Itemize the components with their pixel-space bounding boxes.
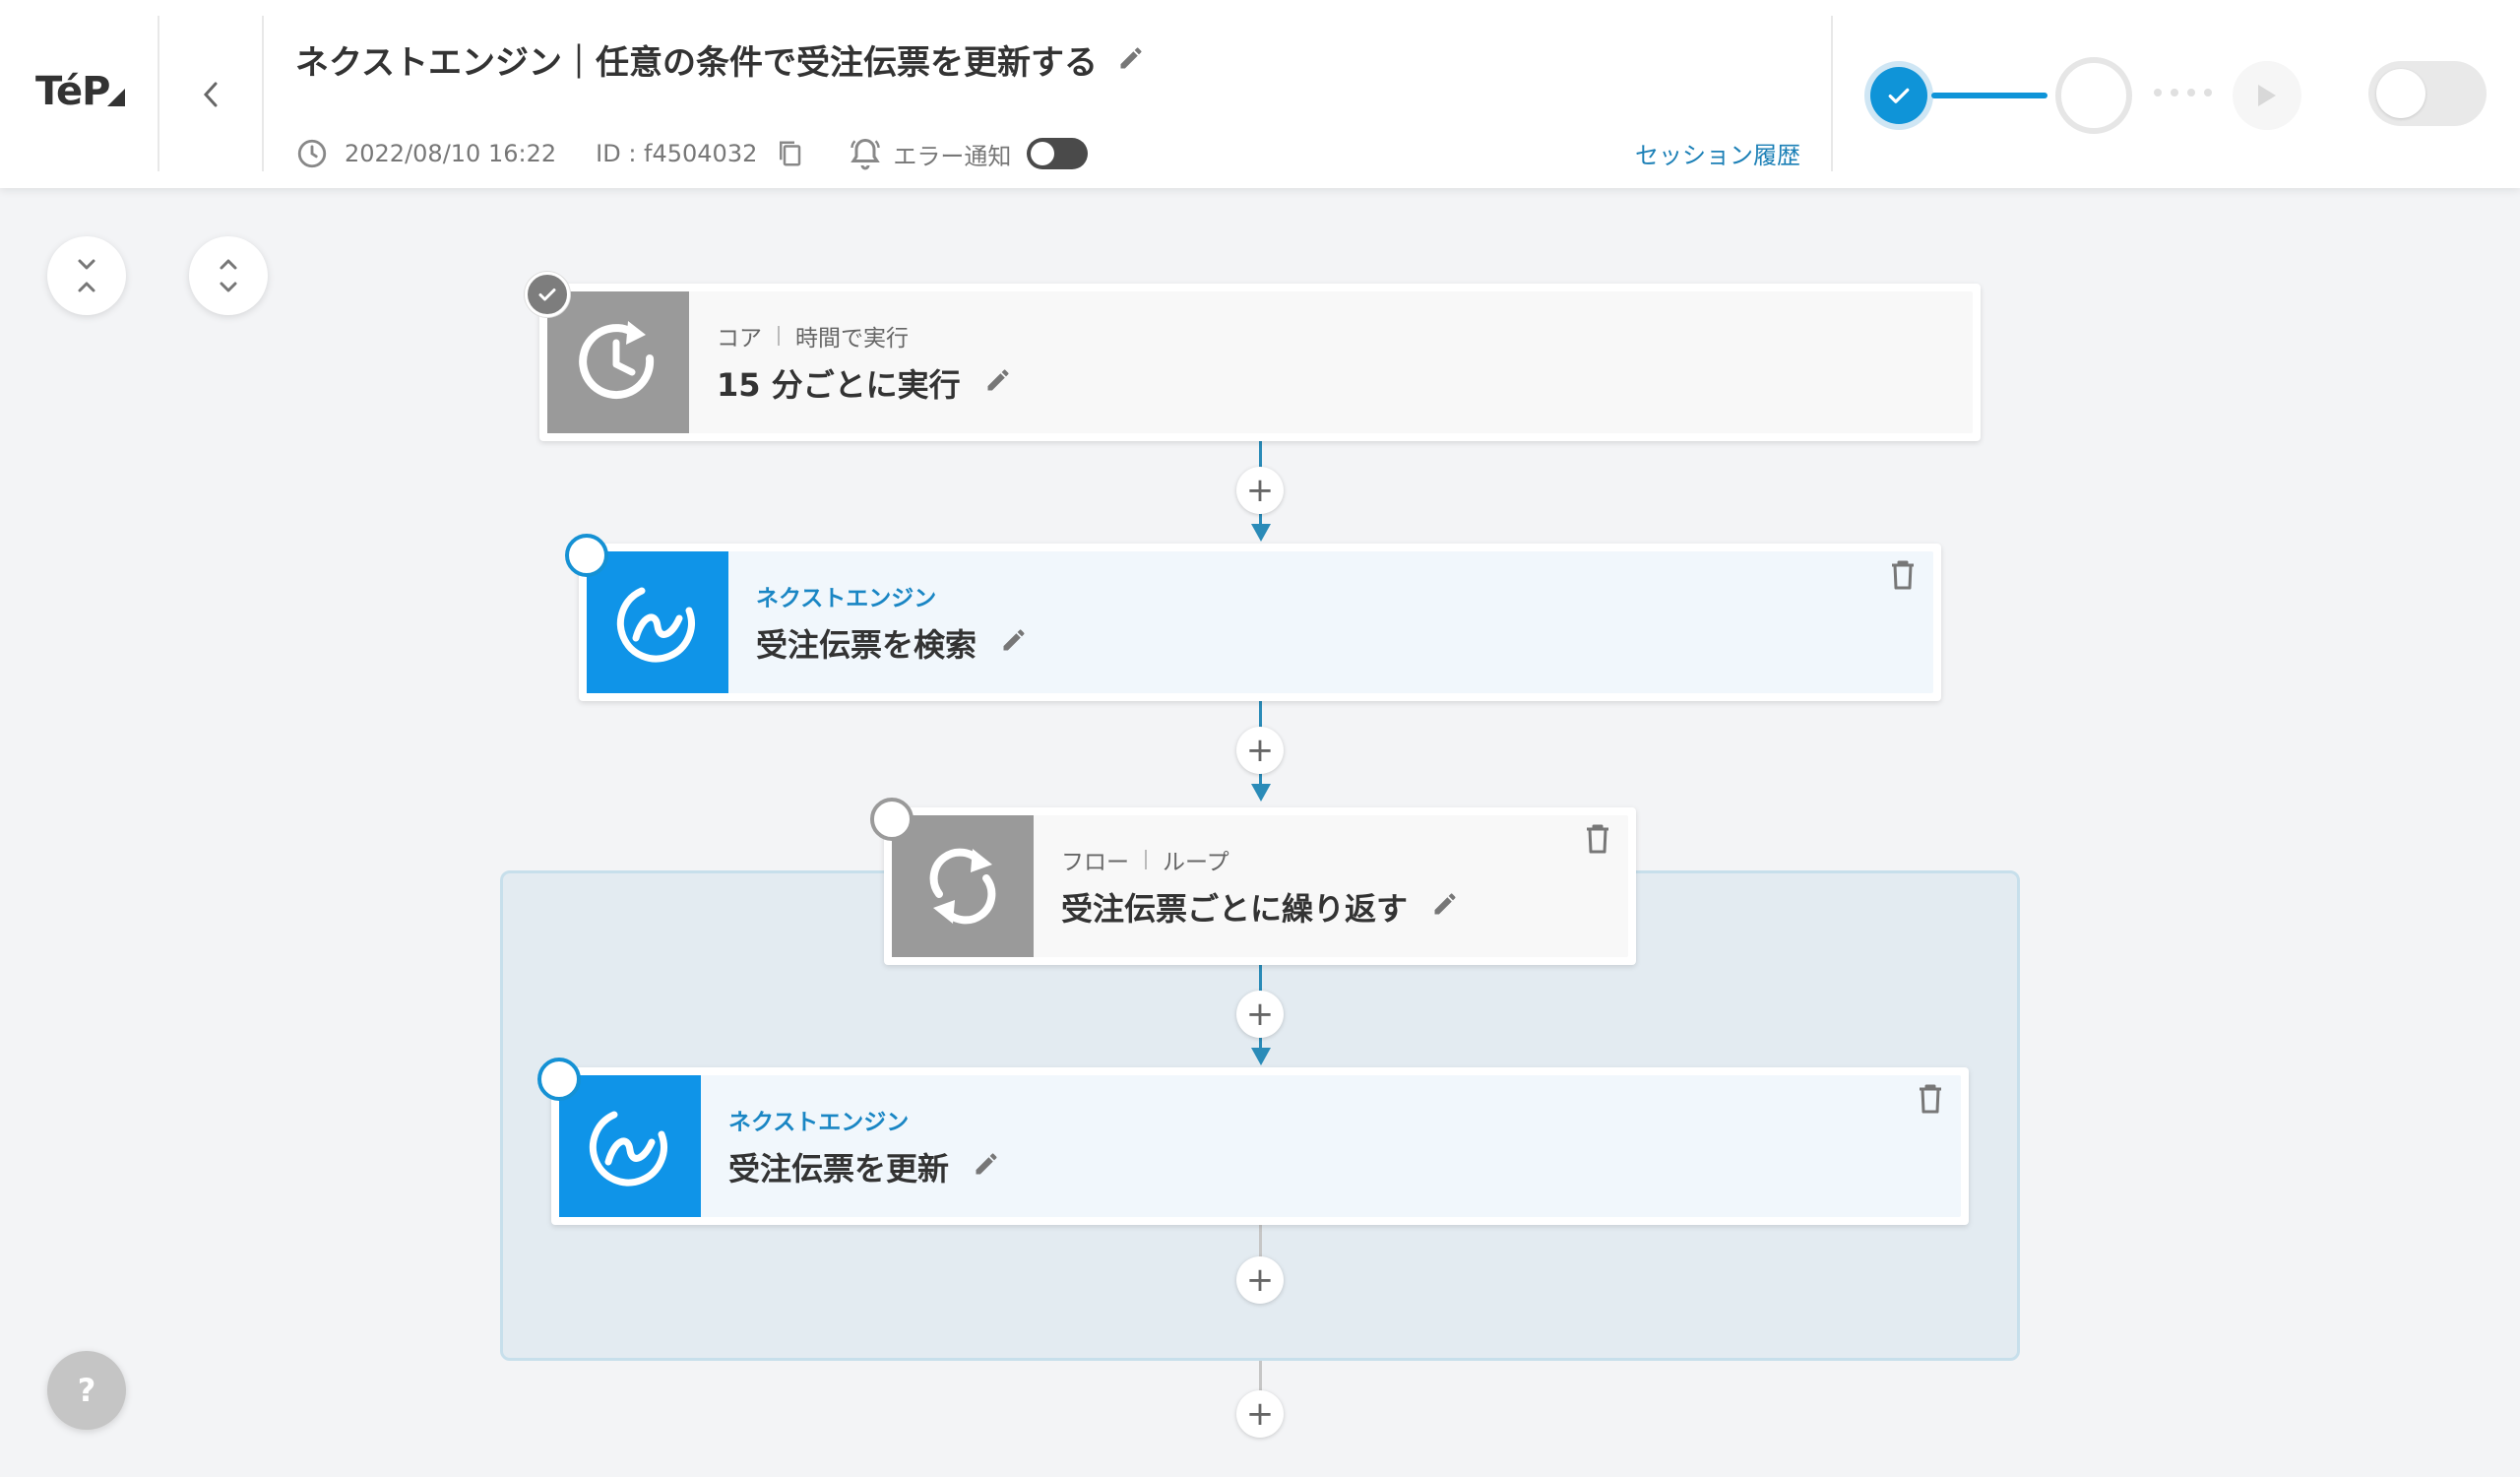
check-icon <box>538 289 556 301</box>
step-status-pending <box>565 534 608 577</box>
step-status-pending <box>537 1058 581 1101</box>
connector-arrow <box>1251 784 1271 802</box>
session-history-link[interactable]: セッション履歴 <box>1635 136 1800 170</box>
divider <box>1831 16 1833 171</box>
trash-icon <box>1892 560 1914 590</box>
collapse-all-button[interactable] <box>47 236 126 315</box>
error-notify-label: エラー通知 <box>893 142 1012 170</box>
flow-id: ID : f4504032 <box>596 140 758 167</box>
step-title: 受注伝票を検索 <box>756 626 977 664</box>
flow-step-card-trigger[interactable]: コア 時間で実行 15 分ごとに実行 <box>539 284 1981 441</box>
delete-step-button[interactable] <box>1585 823 1610 859</box>
step-title: 15 分ごとに実行 <box>717 366 961 404</box>
pencil-icon <box>1003 629 1025 651</box>
step-category: コア <box>717 326 762 352</box>
clock-rotate-icon <box>579 321 655 400</box>
step-dots <box>2154 89 2212 96</box>
back-button[interactable] <box>193 73 228 116</box>
expand-icon <box>220 259 237 292</box>
add-step-button[interactable]: + <box>1236 1390 1284 1438</box>
divider <box>262 16 264 171</box>
divider <box>158 16 159 171</box>
copy-id-button[interactable] <box>775 137 804 170</box>
run-button[interactable] <box>2233 61 2301 130</box>
help-button[interactable]: ? <box>47 1351 126 1430</box>
edit-step-button[interactable] <box>973 1148 1000 1186</box>
expand-all-button[interactable] <box>189 236 268 315</box>
step-status-pending <box>870 798 914 841</box>
pencil-icon <box>976 1153 997 1175</box>
delete-step-button[interactable] <box>1890 559 1916 595</box>
edit-step-button[interactable] <box>1431 888 1459 926</box>
step-pending[interactable] <box>2055 57 2132 134</box>
icon-box <box>892 815 1034 957</box>
add-step-button[interactable]: + <box>1236 727 1284 774</box>
step-status-done <box>525 272 570 317</box>
step-category: ネクストエンジン <box>728 1110 910 1135</box>
flow-enable-toggle[interactable] <box>2368 61 2487 126</box>
nextengine-icon <box>616 587 695 663</box>
collapse-icon <box>78 259 95 292</box>
loop-icon <box>929 848 996 925</box>
trash-icon <box>1587 824 1608 854</box>
bell-icon <box>848 136 883 171</box>
trash-icon <box>1920 1084 1941 1114</box>
step-category: フロー <box>1061 850 1129 875</box>
delete-step-button[interactable] <box>1918 1083 1943 1119</box>
copy-icon <box>780 141 801 166</box>
connector-arrow <box>1251 1048 1271 1065</box>
edit-step-button[interactable] <box>1000 624 1028 662</box>
connector-arrow <box>1251 524 1271 542</box>
flow-step-card-loop[interactable]: フロー ループ 受注伝票ごとに繰り返す <box>884 807 1636 965</box>
add-step-button[interactable]: + <box>1236 991 1284 1038</box>
updated-datetime: 2022/08/10 16:22 <box>345 140 557 167</box>
step-subcategory: 時間で実行 <box>795 326 909 352</box>
pencil-icon <box>1120 46 1142 68</box>
check-icon <box>1888 88 1910 103</box>
step-title: 受注伝票を更新 <box>728 1150 950 1188</box>
flow-step-card-update-orders[interactable]: ネクストエンジン 受注伝票を更新 <box>551 1067 1969 1225</box>
step-category: ネクストエンジン <box>756 586 937 611</box>
app-header: TéP ネクストエンジン｜任意の条件で受注伝票を更新する 2022/08/10 … <box>0 0 2520 188</box>
icon-box <box>587 551 728 693</box>
flow-status-stepper <box>1864 57 2301 136</box>
flow-step-card-search-orders[interactable]: ネクストエンジン 受注伝票を検索 <box>579 544 1941 701</box>
tepa-logo[interactable]: TéP <box>35 69 126 114</box>
pencil-icon <box>987 369 1009 391</box>
step-title: 受注伝票ごとに繰り返す <box>1061 890 1409 928</box>
nextengine-icon <box>589 1111 667 1187</box>
add-step-button[interactable]: + <box>1236 1256 1284 1304</box>
play-icon <box>2258 85 2276 106</box>
step-subcategory: ループ <box>1163 850 1229 875</box>
clock-icon <box>295 137 329 170</box>
edit-title-button[interactable] <box>1117 44 1145 76</box>
error-notify-toggle[interactable] <box>1027 138 1089 169</box>
icon-box <box>547 291 689 433</box>
page-title: ネクストエンジン｜任意の条件で受注伝票を更新する <box>295 43 1098 83</box>
step-progress-line <box>1931 93 2048 98</box>
icon-box <box>559 1075 701 1217</box>
pencil-icon <box>1434 893 1456 915</box>
step-complete[interactable] <box>1864 61 1933 130</box>
chevron-left-icon <box>203 82 218 107</box>
edit-step-button[interactable] <box>984 364 1012 402</box>
add-step-button[interactable]: + <box>1236 467 1284 514</box>
